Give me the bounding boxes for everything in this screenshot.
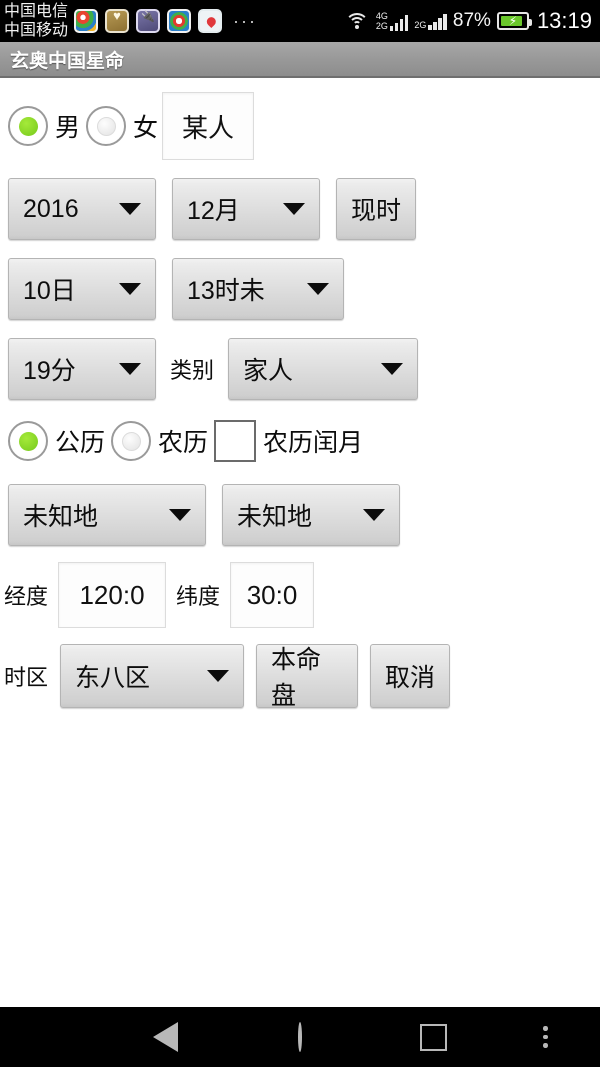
chevron-down-icon — [119, 283, 141, 295]
sim1-signal-icon: 4G 2G — [376, 11, 409, 31]
submit-button[interactable]: 本命盘 — [256, 644, 359, 710]
minute-category-row: 19分 类别 家人 — [0, 338, 600, 400]
radio-female[interactable] — [86, 106, 127, 146]
day-value: 10日 — [23, 277, 76, 305]
nav-back-button[interactable] — [0, 1022, 300, 1052]
recents-square-icon — [420, 1023, 447, 1051]
sim1-net-top: 4G — [375, 11, 388, 21]
status-bar: 中国电信 中国移动 ··· 4G 2G 2G — [0, 0, 600, 42]
coordinates-row: 经度 120:0 纬度 30:0 — [0, 562, 600, 628]
carrier-line-1: 中国电信 — [4, 3, 69, 20]
location-pin-icon — [198, 9, 223, 33]
nav-recents-button[interactable] — [420, 1023, 447, 1051]
city-value: 未知地 — [237, 503, 313, 531]
back-triangle-icon — [153, 1022, 178, 1052]
chevron-down-icon — [119, 203, 141, 215]
carrier-names: 中国电信 中国移动 — [4, 2, 68, 40]
chevron-down-icon — [119, 363, 141, 375]
month-spinner[interactable]: 12月 — [172, 178, 320, 240]
chevron-down-icon — [169, 509, 191, 521]
category-label: 类别 — [170, 358, 215, 383]
day-spinner[interactable]: 10日 — [8, 258, 156, 320]
province-value: 未知地 — [23, 503, 99, 531]
radio-lunar[interactable] — [111, 421, 152, 461]
minute-spinner[interactable]: 19分 — [8, 338, 156, 400]
gender-row: 男 女 某人 — [0, 92, 600, 160]
status-bar-right: 4G 2G 2G 87% ⚡ 13:19 — [344, 8, 592, 34]
sim2-net-top: 2G — [414, 20, 427, 30]
hour-value: 13时未 — [187, 277, 265, 305]
latitude-label: 纬度 — [176, 584, 221, 609]
calendar-type-row: 公历 农历 农历闰月 — [0, 420, 600, 462]
radio-solar[interactable] — [8, 421, 48, 461]
ball-icon — [74, 9, 99, 33]
year-spinner[interactable]: 2016 — [8, 178, 156, 240]
notification-icons: ··· — [74, 8, 257, 33]
timezone-spinner[interactable]: 东八区 — [60, 644, 245, 708]
home-circle-icon — [298, 1022, 302, 1052]
radio-solar-label[interactable]: 公历 — [55, 423, 105, 459]
hour-spinner[interactable]: 13时未 — [172, 258, 344, 320]
chevron-down-icon — [283, 203, 305, 215]
longitude-input[interactable]: 120:0 — [58, 562, 167, 628]
name-input[interactable]: 某人 — [162, 92, 255, 160]
timezone-value: 东八区 — [75, 664, 151, 692]
battery-charging-icon: ⚡ — [496, 12, 532, 30]
browser-icon — [167, 9, 192, 33]
minute-value: 19分 — [23, 357, 76, 385]
android-nav-bar — [0, 1007, 600, 1067]
status-bar-clock: 13:19 — [536, 8, 592, 33]
leap-month-label[interactable]: 农历闰月 — [263, 423, 363, 459]
category-value: 家人 — [243, 357, 294, 385]
app-screen: 中国电信 中国移动 ··· 4G 2G 2G — [0, 0, 600, 1067]
year-value: 2016 — [23, 194, 79, 223]
page-title: 玄奥中国星命 — [10, 50, 125, 72]
overflow-menu-icon — [543, 1026, 548, 1048]
location-row: 未知地 未知地 — [0, 484, 600, 546]
year-month-row: 2016 12月 现时 — [0, 178, 600, 240]
app-title-bar: 玄奥中国星命 — [0, 42, 600, 78]
timezone-actions-row: 时区 东八区 本命盘 取消 — [0, 644, 600, 710]
radio-male[interactable] — [8, 106, 48, 146]
radio-lunar-label[interactable]: 农历 — [158, 423, 208, 459]
usb-icon — [136, 9, 161, 33]
chevron-down-icon — [363, 509, 385, 521]
radio-female-label[interactable]: 女 — [133, 108, 158, 144]
carrier-line-2: 中国移动 — [4, 22, 69, 39]
chevron-down-icon — [207, 670, 230, 682]
latitude-input[interactable]: 30:0 — [230, 562, 315, 628]
leap-month-checkbox[interactable] — [214, 420, 257, 462]
more-notifications-icon: ··· — [233, 10, 257, 31]
battery-percent: 87% — [452, 10, 491, 31]
longitude-label: 经度 — [4, 584, 49, 609]
month-value: 12月 — [187, 197, 240, 225]
sim1-net-bottom: 2G — [375, 21, 388, 31]
now-button[interactable]: 现时 — [336, 178, 416, 240]
chevron-down-icon — [381, 363, 404, 375]
day-hour-row: 10日 13时未 — [0, 258, 600, 320]
wifi-icon — [344, 11, 370, 31]
radio-male-label[interactable]: 男 — [55, 108, 80, 144]
timezone-label: 时区 — [4, 665, 49, 690]
province-spinner[interactable]: 未知地 — [8, 484, 206, 546]
sim2-signal-icon: 2G — [414, 12, 447, 30]
chevron-down-icon — [307, 283, 329, 295]
cancel-button[interactable]: 取消 — [370, 644, 451, 708]
category-spinner[interactable]: 家人 — [228, 338, 419, 400]
nav-menu-button[interactable] — [543, 1026, 548, 1048]
form-content: 男 女 某人 2016 12月 现时 10日 13时未 19分 类别 家人 公历… — [0, 92, 600, 1021]
health-icon — [105, 8, 130, 33]
city-spinner[interactable]: 未知地 — [222, 484, 400, 546]
